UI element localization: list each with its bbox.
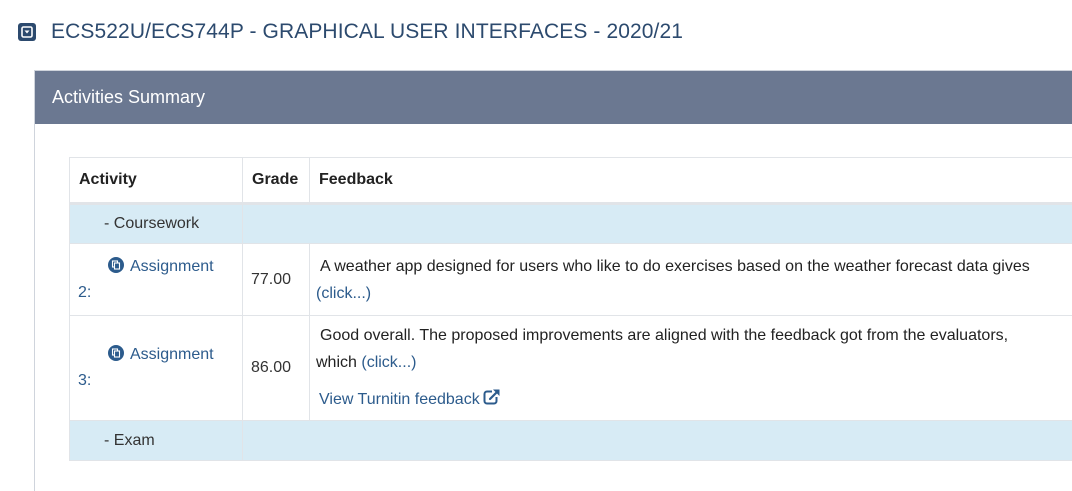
group-row-coursework: - Coursework <box>70 204 1072 244</box>
group-label: - Coursework <box>70 204 243 244</box>
table-row: Assignment 2: 77.00 A weather app design… <box>70 244 1072 316</box>
activities-table: Activity Grade Feedback - Coursework Ass… <box>69 157 1072 461</box>
external-link-icon[interactable] <box>483 388 501 415</box>
group-row-filler <box>243 204 1072 244</box>
feedback-cell: Good overall. The proposed improvements … <box>310 316 1072 421</box>
assignment-link-suffix[interactable]: 2: <box>78 284 91 301</box>
grade-cell: 86.00 <box>243 316 310 421</box>
group-label: - Exam <box>70 421 243 461</box>
assignment-icon <box>108 345 124 361</box>
grade-cell: 77.00 <box>243 244 310 316</box>
activity-cell: Assignment 3: <box>70 316 243 421</box>
table-header-row: Activity Grade Feedback <box>70 158 1072 204</box>
feedback-expand-link[interactable]: (click...) <box>361 354 416 371</box>
group-row-filler <box>243 421 1072 461</box>
group-row-exam: - Exam <box>70 421 1072 461</box>
turnitin-feedback-row: View Turnitin feedback <box>316 386 1072 415</box>
column-header-activity: Activity <box>70 158 243 204</box>
activities-panel: Activities Summary Activity Grade Feedba… <box>34 70 1072 491</box>
feedback-expand-link[interactable]: (click...) <box>316 285 371 302</box>
column-header-feedback: Feedback <box>310 158 1072 204</box>
course-header: ECS522U/ECS744P - GRAPHICAL USER INTERFA… <box>18 18 683 46</box>
feedback-prefix: which <box>316 354 357 371</box>
turnitin-feedback-link[interactable]: View Turnitin feedback <box>319 391 480 408</box>
collapse-toggle-icon[interactable] <box>18 23 36 41</box>
assignment-icon <box>108 257 124 273</box>
table-row: Assignment 3: 86.00 Good overall. The pr… <box>70 316 1072 421</box>
feedback-cell: A weather app designed for users who lik… <box>310 244 1072 316</box>
activity-cell: Assignment 2: <box>70 244 243 316</box>
assignment-link[interactable]: Assignment <box>130 258 214 275</box>
course-title[interactable]: ECS522U/ECS744P - GRAPHICAL USER INTERFA… <box>51 20 683 44</box>
column-header-grade: Grade <box>243 158 310 204</box>
panel-heading: Activities Summary <box>35 71 1072 124</box>
assignment-link[interactable]: Assignment <box>130 346 214 363</box>
feedback-text: A weather app designed for users who lik… <box>316 253 1072 280</box>
assignment-link-suffix[interactable]: 3: <box>78 372 91 389</box>
feedback-text: Good overall. The proposed improvements … <box>316 322 1072 349</box>
